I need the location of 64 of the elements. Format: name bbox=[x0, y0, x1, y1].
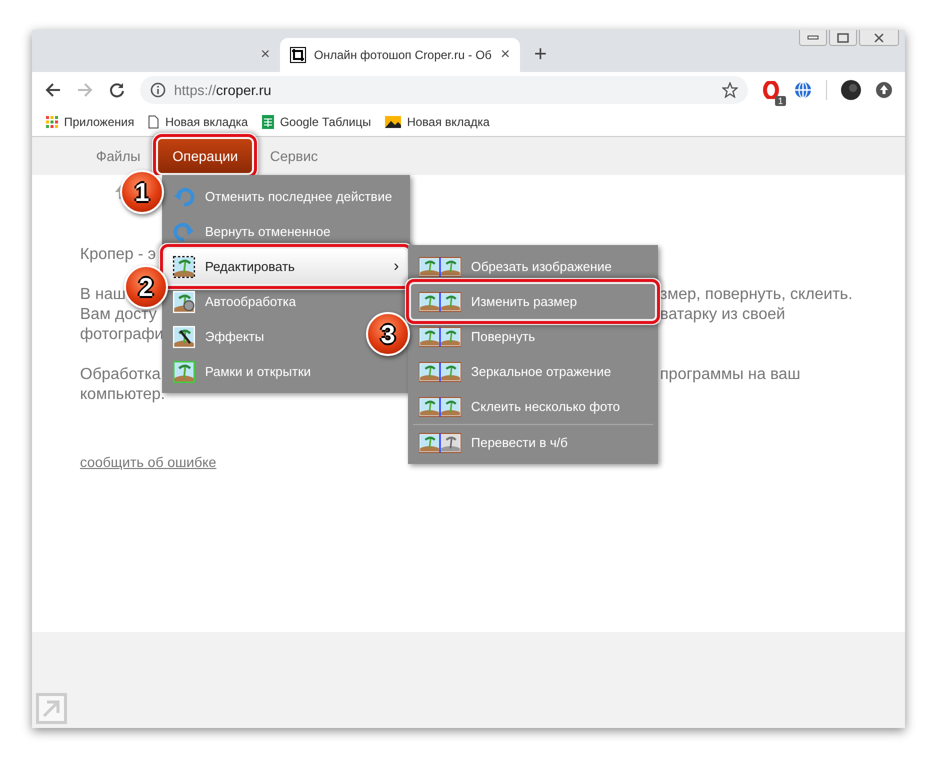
minimize-button[interactable] bbox=[799, 30, 827, 46]
extension-icon[interactable] bbox=[762, 81, 780, 99]
address-bar[interactable]: https://croper.ru bbox=[140, 76, 748, 104]
photo-pair-icon bbox=[419, 432, 461, 452]
browser-tab[interactable]: Онлайн фотошоп Croper.ru - Об × bbox=[280, 38, 520, 72]
description-text: программы на ваш bbox=[660, 365, 800, 385]
menu-item[interactable]: Эффекты bbox=[165, 319, 272, 354]
description-text: компьютер. bbox=[80, 385, 166, 405]
menu-item[interactable]: Рамки и открытки bbox=[165, 354, 319, 389]
report-error-link[interactable]: сообщить об ошибке bbox=[80, 454, 216, 470]
upload-icon[interactable] bbox=[875, 81, 893, 99]
menu-item[interactable]: Обрезать изображение bbox=[411, 249, 655, 284]
description-text: В наш bbox=[80, 285, 126, 305]
close-icon bbox=[873, 32, 885, 42]
description-text: Обработка bbox=[80, 365, 161, 385]
undo-icon bbox=[173, 186, 195, 208]
minimize-icon bbox=[807, 34, 819, 40]
page-icon bbox=[148, 115, 160, 129]
palm-photo-icon bbox=[173, 360, 195, 382]
menu-tab[interactable]: Сервис bbox=[256, 140, 332, 172]
photo-pair-icon bbox=[419, 292, 461, 312]
close-button[interactable] bbox=[859, 30, 899, 46]
new-tab-button[interactable]: + bbox=[528, 40, 553, 68]
maximize-button[interactable] bbox=[829, 30, 857, 46]
reload-icon[interactable] bbox=[108, 81, 126, 99]
menu-item[interactable]: Редактировать › bbox=[165, 249, 407, 284]
menu-tab[interactable]: Операции bbox=[158, 139, 252, 173]
maximize-icon bbox=[837, 32, 849, 42]
photo-pair-icon bbox=[419, 362, 461, 382]
menu-item[interactable]: Изменить размер bbox=[411, 284, 655, 319]
crop-icon bbox=[290, 47, 306, 63]
notification-count: 1 bbox=[774, 96, 786, 106]
apps-grid-icon bbox=[46, 116, 58, 128]
spreadsheet-icon bbox=[262, 115, 274, 129]
photo-pair-icon bbox=[419, 396, 461, 416]
redo-icon bbox=[173, 220, 195, 242]
description-text: Кропер - э bbox=[80, 245, 156, 265]
menu-tab[interactable]: Файлы bbox=[82, 140, 154, 172]
back-icon[interactable] bbox=[44, 81, 62, 99]
bookmark[interactable]: Новая вкладка bbox=[148, 115, 248, 129]
browser-tab[interactable]: × bbox=[40, 38, 280, 72]
menu-item[interactable]: Перевести в ч/б bbox=[411, 425, 655, 460]
star-icon[interactable] bbox=[722, 82, 738, 98]
palm-photo-icon bbox=[173, 326, 195, 348]
globe-icon[interactable] bbox=[794, 81, 812, 99]
menu-item[interactable]: Склеить несколько фото bbox=[411, 389, 655, 424]
palm-photo-icon bbox=[173, 256, 195, 278]
photo-pair-icon bbox=[419, 256, 461, 276]
avatar[interactable] bbox=[841, 80, 861, 100]
step-badge: 1 bbox=[120, 170, 164, 214]
bookmark[interactable]: Google Таблицы bbox=[262, 115, 371, 129]
image-icon bbox=[384, 116, 401, 128]
menu-item[interactable]: Отменить последнее действие bbox=[165, 179, 400, 214]
menu-item[interactable]: Автообработка bbox=[165, 284, 304, 319]
step-badge: 2 bbox=[124, 265, 168, 309]
bookmark[interactable]: Приложения bbox=[46, 115, 134, 129]
menu-item[interactable]: Повернуть bbox=[411, 319, 655, 354]
photo-pair-icon bbox=[419, 326, 461, 346]
menu-item[interactable]: Вернуть отмененное bbox=[165, 214, 338, 249]
description-text: фотографи bbox=[80, 325, 164, 345]
menu-item[interactable]: Зеркальное отражение bbox=[411, 354, 655, 389]
info-icon[interactable] bbox=[150, 82, 166, 98]
palm-photo-icon bbox=[173, 290, 195, 312]
bookmark[interactable]: Новая вкладка bbox=[384, 115, 490, 129]
